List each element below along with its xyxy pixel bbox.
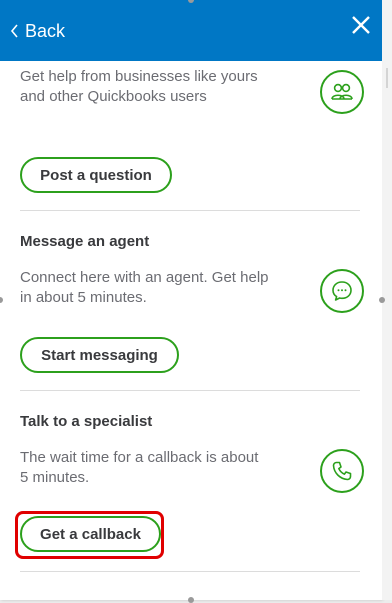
phone-icon <box>320 449 364 493</box>
start-messaging-button[interactable]: Start messaging <box>20 337 179 373</box>
talk-specialist-description: The wait time for a callback is about 5 … <box>20 449 259 486</box>
panel-header: Back <box>0 0 382 61</box>
back-label: Back <box>25 20 66 41</box>
resize-handle[interactable] <box>379 297 385 303</box>
section-divider <box>20 571 360 572</box>
help-panel: Back Get help from businesses like yours… <box>0 0 382 600</box>
callback-highlight-outline <box>15 511 164 559</box>
talk-specialist-title: Talk to a specialist <box>20 413 153 430</box>
chevron-left-icon <box>10 24 18 38</box>
section-divider <box>20 210 360 211</box>
post-question-button[interactable]: Post a question <box>20 157 172 193</box>
message-agent-section: Message an agent Connect here with an ag… <box>20 226 364 386</box>
scrollbar-thumb[interactable] <box>386 68 388 88</box>
message-agent-description: Connect here with an agent. Get help in … <box>20 269 269 306</box>
chat-bubble-icon <box>320 269 364 313</box>
close-icon[interactable] <box>350 14 372 36</box>
community-icon <box>320 70 364 114</box>
community-section: Get help from businesses like yours and … <box>20 61 364 211</box>
community-description: Get help from businesses like yours and … <box>20 68 258 105</box>
section-divider <box>20 390 360 391</box>
back-button[interactable]: Back <box>10 17 65 45</box>
resize-handle[interactable] <box>188 597 194 603</box>
message-agent-title: Message an agent <box>20 233 150 250</box>
